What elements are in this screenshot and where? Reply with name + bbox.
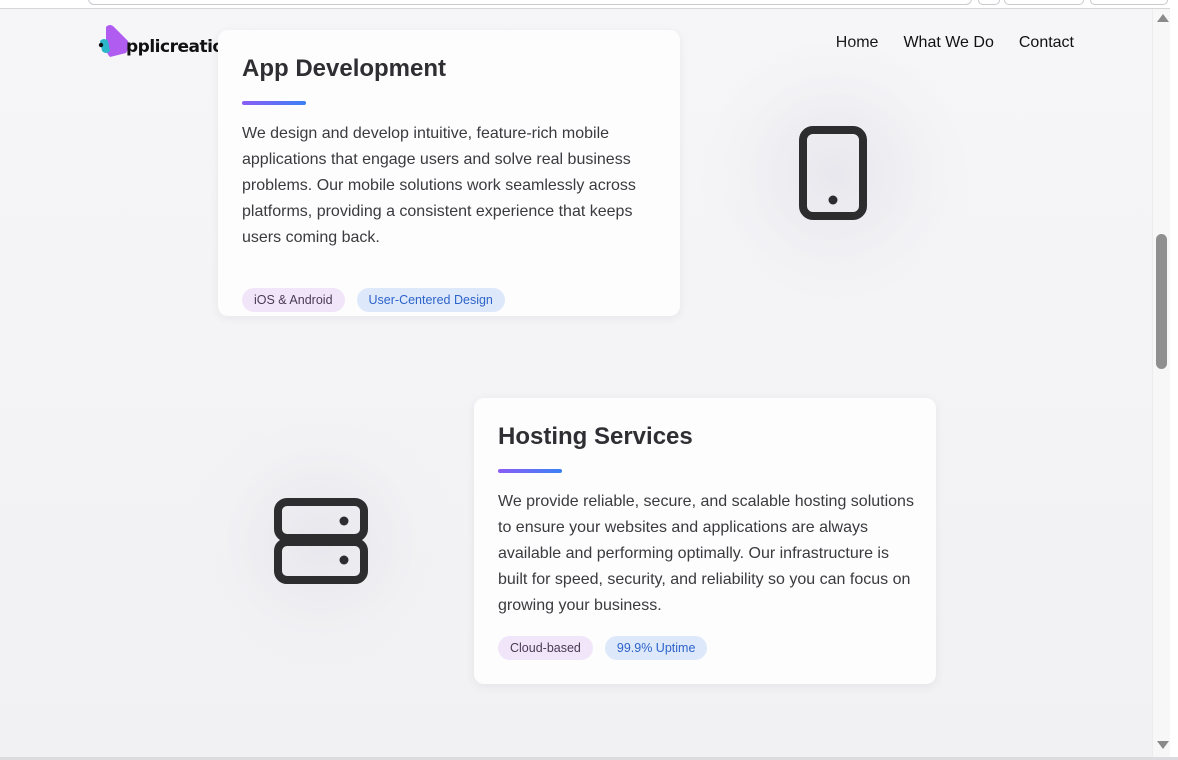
service-title: Hosting Services <box>498 423 693 450</box>
scrollbar-thumb[interactable] <box>1156 234 1167 369</box>
service-card-hosting-services: Hosting Services We provide reliable, se… <box>474 398 936 684</box>
smartphone-icon <box>799 126 867 220</box>
nav-contact-link[interactable]: Contact <box>1019 34 1074 52</box>
toolbar-button[interactable] <box>978 0 1000 5</box>
title-accent-bar <box>242 101 306 105</box>
nav-what-we-do-link[interactable]: What We Do <box>903 34 993 52</box>
service-card-app-development: App Development We design and develop in… <box>218 30 680 316</box>
service-description: We provide reliable, secure, and scalabl… <box>498 493 914 614</box>
tag-user-centered-design: User-Centered Design <box>356 288 505 312</box>
toolbar-button[interactable] <box>1004 0 1084 5</box>
tag-cloud-based: Cloud-based <box>498 636 593 660</box>
browser-toolbar <box>0 0 1178 9</box>
scroll-down-arrow-icon[interactable] <box>1157 741 1169 749</box>
tag-list: iOS & Android User-Centered Design <box>242 288 505 312</box>
tag-ios-android: iOS & Android <box>242 288 345 312</box>
scroll-up-arrow-icon[interactable] <box>1157 14 1169 22</box>
page: pplicreations Home What We Do Contact Ap… <box>0 9 1152 757</box>
address-bar[interactable] <box>88 0 972 5</box>
toolbar-button[interactable] <box>1090 0 1168 5</box>
title-accent-bar <box>498 469 562 473</box>
server-icon <box>274 498 368 584</box>
tag-list: Cloud-based 99.9% Uptime <box>498 636 708 660</box>
tag-uptime: 99.9% Uptime <box>604 636 708 660</box>
window-edge <box>1170 0 1178 760</box>
vertical-scrollbar[interactable] <box>1152 9 1171 757</box>
service-title: App Development <box>242 55 447 82</box>
service-description: We design and develop intuitive, feature… <box>242 125 636 246</box>
